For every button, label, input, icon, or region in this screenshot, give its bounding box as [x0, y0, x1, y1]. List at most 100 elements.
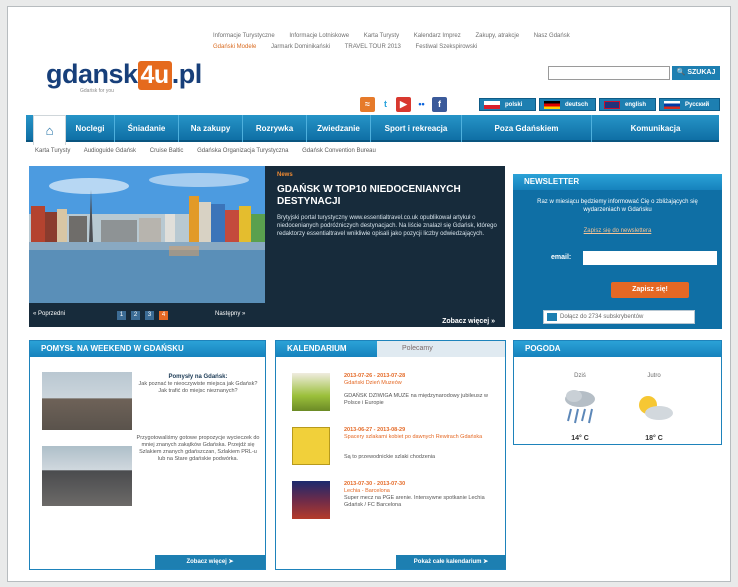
weather-day: Jutro — [647, 373, 661, 379]
calendar-event[interactable]: 2013-06-27 - 2013-08-29 Spacery szlakami… — [292, 427, 504, 475]
tab-polecamy[interactable]: Polecamy — [377, 341, 505, 357]
calendar-more-button[interactable]: Pokaż całe kalendarium ➤ — [396, 555, 506, 569]
top-link[interactable]: Jarmark Dominikański — [271, 42, 330, 53]
subnav-link[interactable]: Gdańska Organizacja Turystyczna — [197, 148, 288, 154]
calendar-event[interactable]: 2013-07-30 - 2013-07-30 Lechia - Barcelo… — [292, 481, 504, 529]
weekend-item-body: Jak poznać te nieoczywiste miejsca jak G… — [138, 381, 258, 394]
nav-poza-gdanskiem[interactable]: Poza Gdańskiem — [461, 115, 591, 142]
slider-body: Brytyjski portal turystyczny www.essenti… — [277, 215, 497, 237]
search-icon: 🔍 — [676, 69, 686, 76]
subscribe-button[interactable]: Zapisz się! — [611, 282, 689, 298]
weekend-title: POMYSŁ NA WEEKEND W GDAŃSKU — [30, 341, 265, 357]
top-link[interactable]: Informacje Lotniskowe — [289, 31, 349, 42]
event-desc: GDAŃSK DZIWIGA MUZE na międzynarodowy ju… — [344, 393, 488, 406]
calendar-more-label: Pokaż całe kalendarium — [413, 559, 482, 565]
subnav-link[interactable]: Gdańsk Convention Bureau — [302, 148, 376, 154]
calendar-event[interactable]: 2013-07-26 - 2013-07-28 Gdański Dzień Mu… — [292, 373, 504, 421]
stadium-photo[interactable] — [42, 446, 132, 506]
weekend-item-1[interactable]: Pomysły na Gdańsk: Jak poznać te nieoczy… — [135, 374, 261, 395]
subscriber-count-label: Dołącz do 2734 subskrybentów — [560, 314, 644, 320]
envelope-icon — [547, 313, 557, 321]
flag-de-icon — [544, 101, 560, 109]
weekend-more-button[interactable]: Zobacz więcej ➤ — [155, 555, 265, 569]
youtube-icon[interactable]: ▶ — [396, 97, 411, 112]
calendar-panel: KALENDARIUM Polecamy 2013-07-26 - 2013-0… — [275, 340, 506, 570]
weekend-item-2[interactable]: Przygotowaliśmy gotowe propozycje wyciec… — [135, 435, 261, 463]
tab-kalendarium[interactable]: KALENDARIUM — [276, 341, 386, 357]
lang-polski[interactable]: polski — [479, 98, 536, 111]
slider-next[interactable]: Następny » — [215, 311, 245, 317]
lang-russian[interactable]: Pусский — [659, 98, 720, 111]
main-nav: Noclegi Śniadanie Na zakupy Rozrywka Zwi… — [26, 115, 719, 142]
home-icon[interactable]: ⌂ — [33, 115, 66, 145]
facebook-icon[interactable]: f — [432, 97, 447, 112]
weather-temp: 18° C — [645, 435, 663, 442]
twitter-icon[interactable]: t — [378, 97, 393, 112]
slider-more-link[interactable]: Zobacz więcej » — [442, 318, 495, 325]
subscriber-count[interactable]: Dołącz do 2734 subskrybentów — [543, 310, 695, 324]
top-link[interactable]: TRAVEL TOUR 2013 — [345, 42, 401, 53]
event-thumbnail — [292, 373, 330, 411]
building-photo[interactable] — [42, 372, 132, 430]
event-date: 2013-07-30 - 2013-07-30 — [344, 481, 406, 487]
lang-english[interactable]: english — [599, 98, 656, 111]
slider-dot[interactable]: 2 — [131, 311, 140, 320]
flickr-icon[interactable]: •• — [414, 97, 429, 112]
logo-text: gdansk — [46, 59, 138, 89]
flag-pl-icon — [484, 101, 500, 109]
top-link[interactable]: Kalendarz Imprez — [414, 31, 461, 42]
nav-sport[interactable]: Sport i rekreacja — [370, 115, 461, 142]
top-link[interactable]: Karta Turysty — [364, 31, 399, 42]
event-title: Lechia - Barcelona — [344, 488, 390, 494]
email-label: email: — [551, 254, 572, 261]
top-link[interactable]: Informacje Turystyczne — [213, 31, 275, 42]
search-input[interactable] — [548, 66, 670, 80]
rain-icon — [562, 387, 598, 427]
event-desc: Super mecz na PGE arenie. Intensywne spo… — [344, 495, 485, 508]
sun-cloud-icon — [634, 393, 674, 423]
weekend-more-label: Zobacz więcej — [186, 559, 227, 565]
slider-prev[interactable]: « Poprzedni — [33, 311, 65, 317]
slider-dot[interactable]: 1 — [117, 311, 126, 320]
slider-article: News GDAŃSK W TOP10 NIEDOCENIANYCH DESTY… — [269, 166, 505, 303]
subnav-link[interactable]: Karta Turysty — [35, 148, 70, 154]
lang-deutsch[interactable]: deutsch — [539, 98, 596, 111]
slider-tag: News — [277, 172, 293, 178]
slider-photo[interactable] — [29, 166, 265, 303]
event-desc: Są to przewodnickie szlaki chodzenia — [344, 454, 436, 460]
newsletter-body: Raz w miesiącu będziemy informować Cię o… — [537, 199, 698, 213]
gdansk-waterfront-image — [29, 166, 265, 303]
slider-dot[interactable]: 3 — [145, 311, 154, 320]
news-slider: News GDAŃSK W TOP10 NIEDOCENIANYCH DESTY… — [29, 166, 505, 327]
rss-icon[interactable]: ≈ — [360, 97, 375, 112]
flag-ru-icon — [664, 101, 680, 109]
subnav-link[interactable]: Audioguide Gdańsk — [84, 148, 136, 154]
newsletter-link[interactable]: Zapisz się do newslettera — [513, 228, 722, 234]
search-button-label: SZUKAJ — [687, 69, 716, 76]
nav-na-zakupy[interactable]: Na zakupy — [178, 115, 242, 142]
nav-komunikacja[interactable]: Komunikacja — [591, 115, 719, 142]
nav-sniadanie[interactable]: Śniadanie — [114, 115, 178, 142]
nav-rozrywka[interactable]: Rozrywka — [242, 115, 306, 142]
top-link[interactable]: Gdański Modele — [213, 42, 256, 53]
weekend-item-title: Pomysły na Gdańsk: — [168, 374, 228, 380]
subnav-link[interactable]: Cruise Baltic — [150, 148, 184, 154]
event-title: Spacery szlakami kobiet po dawnych Rewir… — [344, 434, 483, 440]
search-button[interactable]: 🔍 SZUKAJ — [672, 66, 720, 80]
email-field[interactable] — [583, 251, 717, 265]
site-logo[interactable]: gdansk 4u .pl Gdańsk for you — [46, 59, 202, 94]
arrow-right-icon: ➤ — [228, 559, 234, 565]
top-link[interactable]: Nasz Gdańsk — [534, 31, 570, 42]
weekend-item-body: Przygotowaliśmy gotowe propozycje wyciec… — [136, 435, 260, 462]
top-link[interactable]: Festiwal Szekspirowski — [416, 42, 478, 53]
slider-title[interactable]: GDAŃSK W TOP10 NIEDOCENIANYCH DESTYNACJI — [277, 184, 497, 208]
event-thumbnail — [292, 427, 330, 465]
lang-label: deutsch — [565, 102, 589, 108]
nav-zwiedzanie[interactable]: Zwiedzanie — [306, 115, 370, 142]
slider-dot-active[interactable]: 4 — [159, 311, 168, 320]
top-link[interactable]: Zakupy, atrakcje — [475, 31, 519, 42]
lang-label: Pусский — [685, 102, 710, 108]
page-frame: Informacje Turystyczne Informacje Lotnis… — [7, 6, 731, 582]
weather-panel: POGODA Dziś 14° C Jutro 18° C — [513, 340, 722, 445]
nav-noclegi[interactable]: Noclegi — [66, 115, 114, 142]
